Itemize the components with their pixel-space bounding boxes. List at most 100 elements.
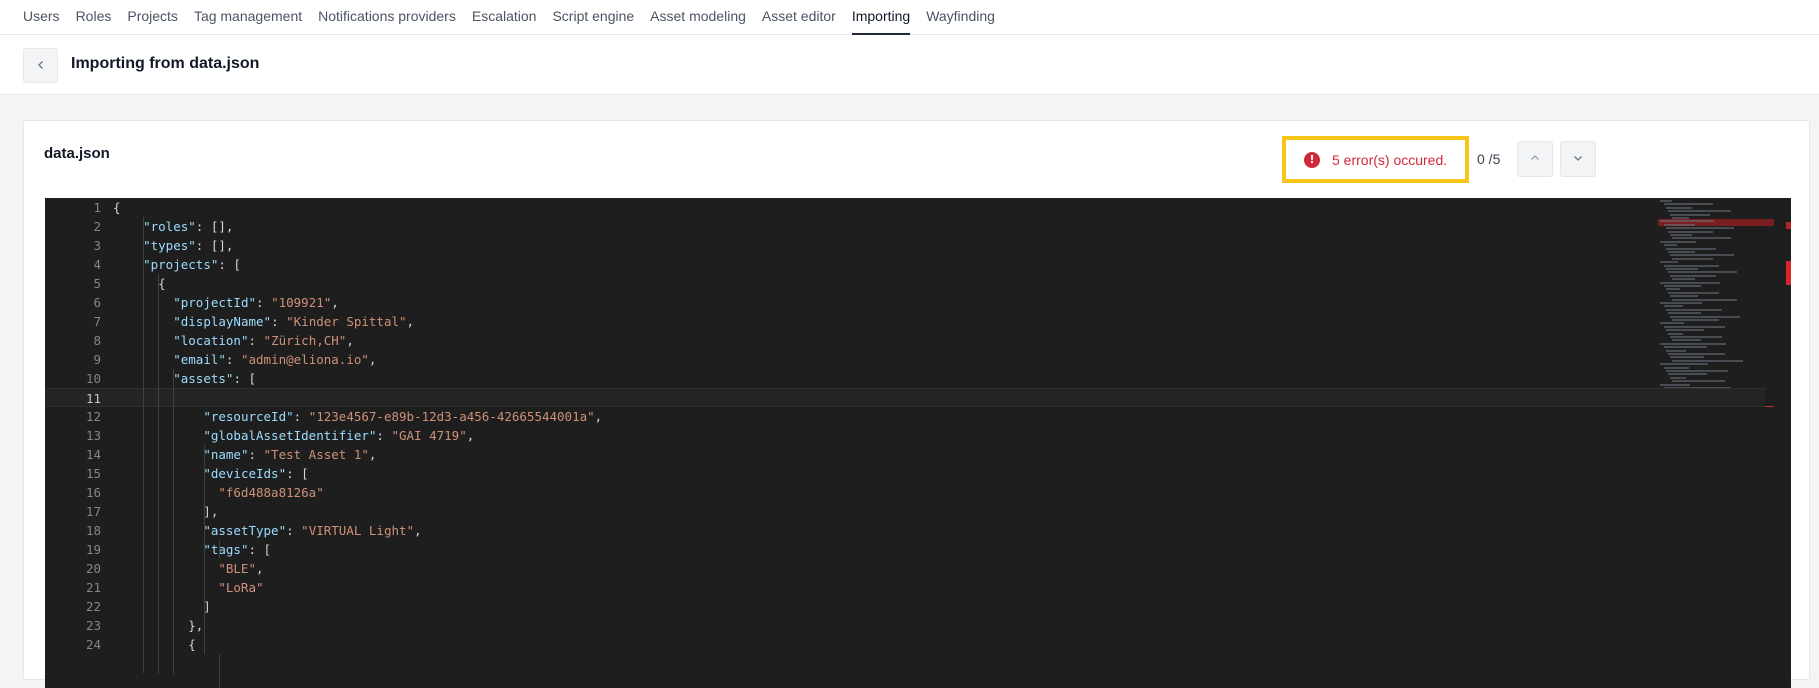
line-number: 21 (85, 580, 101, 595)
tab-script-engine[interactable]: Script engine (552, 0, 634, 35)
line-number: 7 (93, 314, 101, 329)
chevron-left-icon (36, 57, 46, 75)
line-number: 18 (85, 523, 101, 538)
line-number: 3 (93, 238, 101, 253)
code-line[interactable]: 9 "email": "admin@eliona.io", (45, 350, 1765, 369)
page-header: Importing from data.json (0, 35, 1819, 95)
line-number: 24 (85, 637, 101, 652)
line-code: ], (113, 504, 219, 519)
line-code: ] (113, 599, 211, 614)
back-button[interactable] (23, 48, 58, 83)
line-code: "roles": [], (143, 219, 234, 234)
indent-guide (143, 217, 144, 673)
code-line[interactable]: 17 ], (45, 502, 1765, 521)
indent-guide (158, 274, 159, 674)
json-code-editor[interactable]: 1{2 "roles": [], 3 "types": [], 4 "project… (45, 198, 1791, 688)
line-number: 16 (85, 485, 101, 500)
scrollbar-error-marker (1786, 222, 1791, 229)
line-number: 2 (93, 219, 101, 234)
page-title: Importing from data.json (71, 55, 260, 72)
line-code: "location": "Zürich,CH", (173, 333, 354, 348)
tab-roles[interactable]: Roles (76, 0, 112, 35)
code-line[interactable]: 24 { (45, 635, 1765, 654)
code-line[interactable]: 8 "location": "Zürich,CH", (45, 331, 1765, 350)
line-number: 15 (85, 466, 101, 481)
tab-escalation[interactable]: Escalation (472, 0, 537, 35)
tab-asset-modeling[interactable]: Asset modeling (650, 0, 746, 35)
indent-guide (204, 445, 205, 654)
code-line[interactable]: 2 "roles": [], (45, 217, 1765, 236)
import-card: data.json ! 5 error(s) occured. 0 /5 1{2… (23, 120, 1810, 688)
code-line[interactable]: 22 ] (45, 597, 1765, 616)
indent-guide (219, 654, 220, 688)
error-icon: ! (1304, 151, 1320, 168)
line-number: 4 (93, 257, 101, 272)
tab-asset-editor[interactable]: Asset editor (762, 0, 836, 35)
line-code: "name": "Test Asset 1", (203, 447, 377, 462)
code-line[interactable]: 4 "projects": [ (45, 255, 1765, 274)
code-line[interactable]: 13 "globalAssetIdentifier": "GAI 4719", (45, 426, 1765, 445)
tab-tag-management[interactable]: Tag management (194, 0, 302, 35)
line-code: "resourceId": "123e4567-e89b-12d3-a456-4… (203, 409, 603, 424)
next-error-button[interactable] (1560, 141, 1596, 177)
line-number: 13 (85, 428, 101, 443)
line-code: "projectId": "109921", (173, 295, 339, 310)
line-code: "email": "admin@eliona.io", (173, 352, 377, 367)
line-number: 12 (85, 409, 101, 424)
code-line[interactable]: 16 "f6d488a8126a" (45, 483, 1765, 502)
line-code: "f6d488a8126a" (218, 485, 324, 500)
code-line[interactable]: 5 { (45, 274, 1765, 293)
tab-importing[interactable]: Importing (851, 0, 911, 35)
line-code: "projects": [ (143, 257, 241, 272)
top-navigation: Users Roles Projects Tag management Notifica… (0, 0, 1819, 35)
line-number: 17 (85, 504, 101, 519)
previous-error-button[interactable] (1517, 141, 1553, 177)
line-number: 1 (93, 200, 101, 215)
line-code: { (113, 637, 196, 652)
code-line[interactable]: 20 "BLE", (45, 559, 1765, 578)
line-code: "BLE", (218, 561, 264, 576)
code-line[interactable]: 15 "deviceIds": [ (45, 464, 1765, 483)
code-line[interactable]: 7 "displayName": "Kinder Spittal", (45, 312, 1765, 331)
tab-projects[interactable]: Projects (127, 0, 178, 35)
code-line[interactable]: 14 "name": "Test Asset 1", (45, 445, 1765, 464)
error-summary[interactable]: ! 5 error(s) occured. (1282, 136, 1469, 183)
line-number: 10 (85, 371, 101, 386)
tab-notifications-providers[interactable]: Notifications providers (318, 0, 456, 35)
line-number: 6 (93, 295, 101, 310)
code-line[interactable]: 23 }, (45, 616, 1765, 635)
indent-guide (219, 540, 220, 559)
code-line[interactable]: 21 "LoRa" (45, 578, 1765, 597)
line-number: 8 (93, 333, 101, 348)
code-line[interactable]: 3 "types": [], (45, 236, 1765, 255)
line-number: 14 (85, 447, 101, 462)
line-code: { (113, 200, 121, 215)
error-message: 5 error(s) occured. (1332, 151, 1448, 168)
code-line[interactable]: 19 "tags": [ (45, 540, 1765, 559)
tab-users[interactable]: Users (23, 0, 60, 35)
code-line[interactable]: 10 "assets": [ (45, 369, 1765, 388)
code-line[interactable]: 6 "projectId": "109921", (45, 293, 1765, 312)
line-number: 11 (85, 391, 101, 406)
chevron-down-icon (1573, 150, 1583, 168)
line-code: "assets": [ (173, 371, 257, 386)
tab-wayfinding[interactable]: Wayfinding (926, 0, 995, 35)
scrollbar-error-marker[interactable] (1786, 261, 1791, 285)
code-line[interactable]: 11 (45, 388, 1765, 407)
indent-guide (173, 369, 174, 674)
line-code: "assetType": "VIRTUAL Light", (203, 523, 422, 538)
code-line[interactable]: 18 "assetType": "VIRTUAL Light", (45, 521, 1765, 540)
line-number: 23 (85, 618, 101, 633)
line-number: 9 (93, 352, 101, 367)
line-number: 20 (85, 561, 101, 576)
line-number: 5 (93, 276, 101, 291)
line-number: 22 (85, 599, 101, 614)
error-counter: 0 /5 (1477, 151, 1501, 167)
line-code: "LoRa" (218, 580, 264, 595)
file-name: data.json (44, 145, 110, 162)
code-line[interactable]: 12 "resourceId": "123e4567-e89b-12d3-a45… (45, 407, 1765, 426)
line-code: "tags": [ (203, 542, 272, 557)
nav-tabs: Users Roles Projects Tag management Notifica… (0, 0, 1819, 35)
code-line[interactable]: 1{ (45, 198, 1765, 217)
line-number: 19 (85, 542, 101, 557)
